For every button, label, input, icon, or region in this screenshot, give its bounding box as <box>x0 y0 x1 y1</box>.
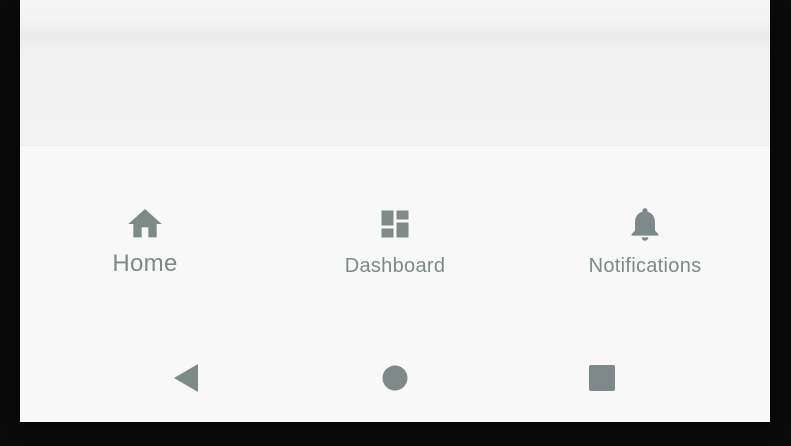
system-navigation-bar <box>20 326 770 422</box>
home-button[interactable] <box>379 362 411 394</box>
nav-item-label: Dashboard <box>344 255 446 277</box>
back-triangle-icon <box>174 364 198 392</box>
recents-square-icon <box>589 365 615 391</box>
app-screen: Home Dashboard Notifications <box>20 0 770 422</box>
nav-item-notifications[interactable]: Notifications <box>520 146 770 326</box>
bottom-navigation-bar: Home Dashboard Notifications <box>20 146 770 326</box>
dashboard-icon <box>375 204 415 244</box>
device-frame: Home Dashboard Notifications <box>0 0 791 446</box>
recents-button[interactable] <box>586 362 618 394</box>
content-area <box>20 0 770 146</box>
nav-item-home[interactable]: Home <box>20 146 270 326</box>
back-button[interactable] <box>170 362 202 394</box>
bell-icon <box>625 204 665 244</box>
nav-item-dashboard[interactable]: Dashboard <box>270 146 520 326</box>
nav-item-label: Notifications <box>588 255 702 277</box>
nav-item-label: Home <box>112 250 178 277</box>
home-circle-icon <box>382 365 408 391</box>
home-icon <box>125 204 165 244</box>
